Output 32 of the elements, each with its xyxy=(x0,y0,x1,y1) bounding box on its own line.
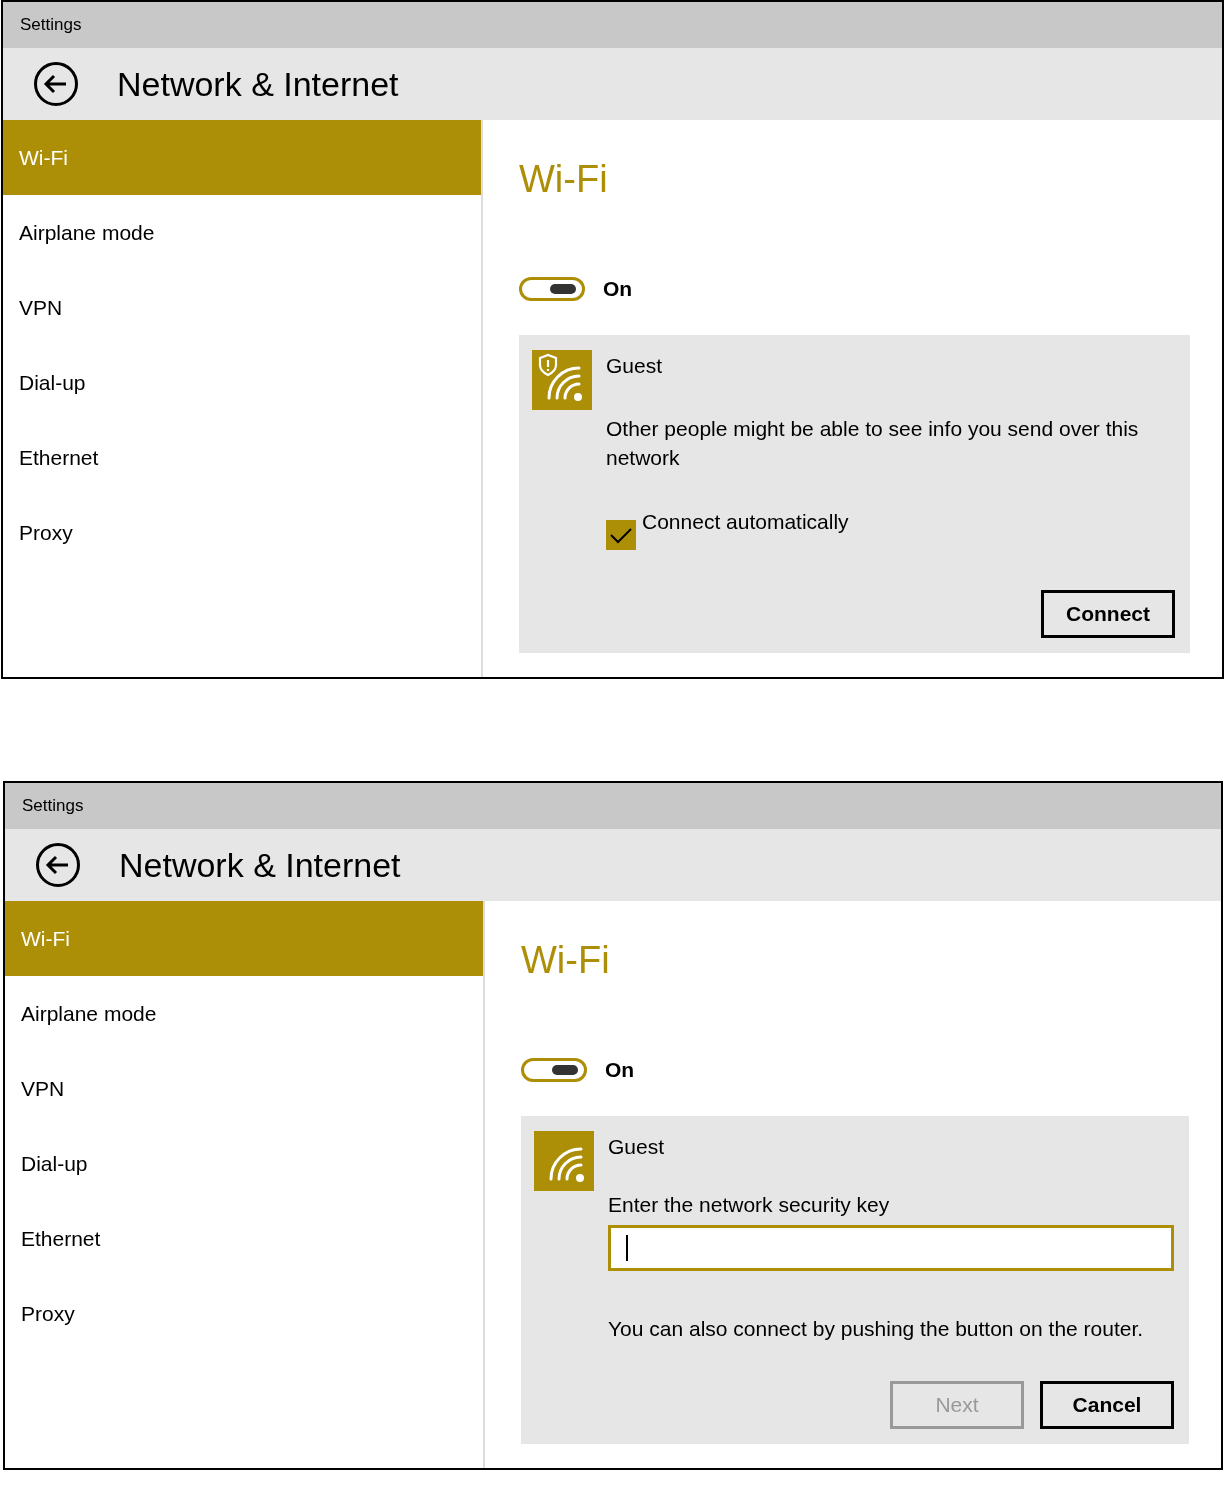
sidebar-item[interactable]: VPN xyxy=(3,270,481,345)
password-field[interactable] xyxy=(608,1225,1174,1271)
field-label: Enter the network security key xyxy=(608,1193,891,1217)
back-icon[interactable] xyxy=(35,842,81,888)
sidebar-item[interactable]: Dial-up xyxy=(5,1126,483,1201)
warning-text: Other people might be able to see info you send over this network xyxy=(606,416,1140,471)
page-title: Network & Internet xyxy=(119,845,401,885)
checkbox-label: Connect automatically xyxy=(642,510,849,534)
toggle-switch[interactable] xyxy=(521,1058,587,1082)
sidebar-item[interactable]: Proxy xyxy=(3,495,481,570)
window-title: Settings xyxy=(22,796,84,816)
section-title: Wi-Fi xyxy=(521,939,611,982)
page-title: Network & Internet xyxy=(117,64,399,104)
hint-text: You can also connect by pushing the button on the router. xyxy=(608,1317,1145,1341)
back-icon[interactable] xyxy=(33,61,79,107)
toggle-label: On xyxy=(605,1058,635,1082)
sidebar-item[interactable]: Airplane mode xyxy=(3,195,481,270)
toggle-switch[interactable] xyxy=(519,277,585,301)
sidebar-item[interactable]: Ethernet xyxy=(5,1201,483,1276)
sidebar-item[interactable]: VPN xyxy=(5,1051,483,1126)
window-title: Settings xyxy=(20,15,82,35)
sidebar-item[interactable]: Proxy xyxy=(5,1276,483,1351)
toggle-label: On xyxy=(603,277,633,301)
network-name: Guest xyxy=(608,1135,666,1159)
sidebar-item[interactable]: Airplane mode xyxy=(5,976,483,1051)
network-name: Guest xyxy=(606,354,664,378)
dialog-button[interactable]: Connect xyxy=(1041,590,1175,638)
sidebar-item[interactable]: Ethernet xyxy=(3,420,481,495)
dialog-button[interactable]: Cancel xyxy=(1040,1381,1174,1429)
checkbox[interactable] xyxy=(606,520,636,550)
section-title: Wi-Fi xyxy=(519,158,609,201)
sidebar-item[interactable]: Dial-up xyxy=(3,345,481,420)
